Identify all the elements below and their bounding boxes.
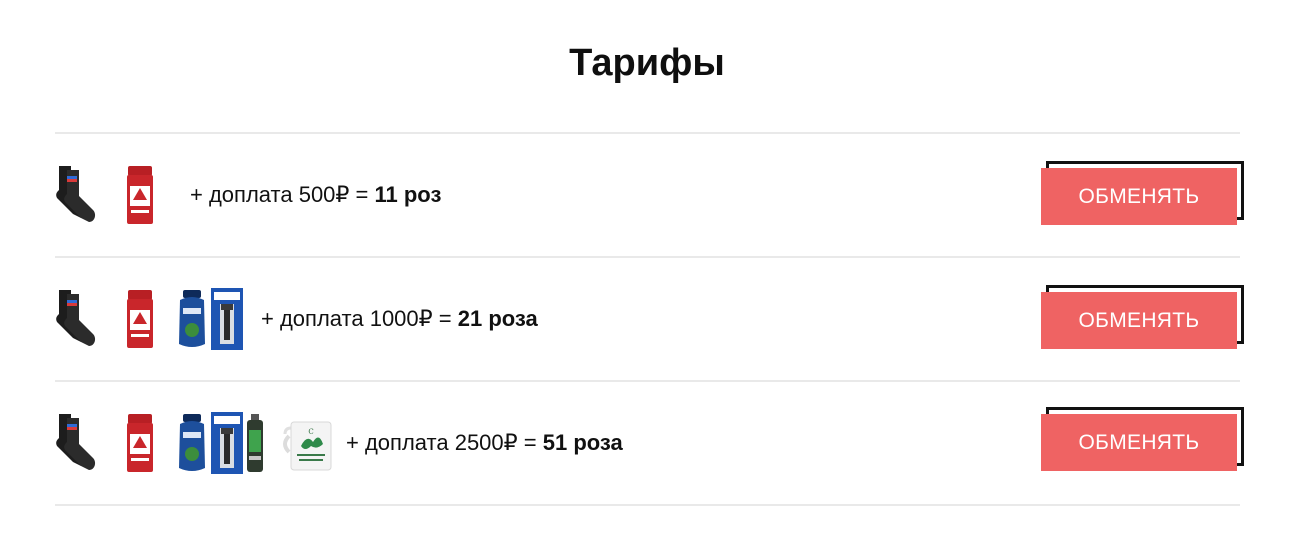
mug-icon: C — [283, 421, 332, 471]
tariff-row: + доплата 500₽ = 11 роз ОБМЕНЯТЬ — [55, 134, 1244, 256]
shaving-foam-icon — [247, 414, 263, 472]
tariff-roses: 11 роз — [374, 182, 442, 207]
exchange-button-group: ОБМЕНЯТЬ — [1041, 407, 1244, 471]
svg-text:C: C — [308, 428, 313, 436]
page-title: Тарифы — [569, 42, 725, 84]
tariff-text: + доплата 1000₽ = 21 роза — [261, 304, 538, 334]
socks-icon — [56, 414, 96, 470]
divider — [55, 504, 1240, 506]
exchange-button[interactable]: ОБМЕНЯТЬ — [1041, 414, 1237, 471]
deodorant-icon — [127, 414, 153, 472]
tariff-surcharge: + доплата 1000₽ = — [261, 306, 458, 331]
shower-gel-icon — [179, 290, 205, 347]
exchange-button[interactable]: ОБМЕНЯТЬ — [1041, 292, 1237, 349]
tariffs-page: Тарифы + доплата 500₽ = 11 роз ОБМЕНЯТЬ … — [0, 0, 1308, 541]
exchange-button-group: ОБМЕНЯТЬ — [1041, 161, 1244, 225]
shower-gel-icon — [179, 414, 205, 471]
tariff-row: + доплата 1000₽ = 21 роза ОБМЕНЯТЬ — [55, 258, 1244, 380]
tariff-roses: 51 роза — [542, 430, 623, 455]
razor-pack-icon — [211, 288, 243, 350]
exchange-button[interactable]: ОБМЕНЯТЬ — [1041, 168, 1237, 225]
deodorant-icon — [127, 166, 153, 224]
tariff-text: + доплата 500₽ = 11 роз — [190, 180, 441, 210]
razor-pack-icon — [211, 412, 243, 474]
deodorant-icon — [127, 290, 153, 348]
tariff-surcharge: + доплата 500₽ = — [190, 182, 375, 207]
tariff-text: + доплата 2500₽ = 51 роза — [346, 428, 623, 458]
tariff-surcharge: + доплата 2500₽ = — [346, 430, 543, 455]
tariff-roses: 21 роза — [457, 306, 538, 331]
socks-icon — [56, 166, 96, 222]
exchange-button-group: ОБМЕНЯТЬ — [1041, 285, 1244, 349]
tariff-row: C + доплата 2500₽ = 51 роза ОБМЕНЯТЬ — [55, 382, 1244, 504]
socks-icon — [56, 290, 96, 346]
